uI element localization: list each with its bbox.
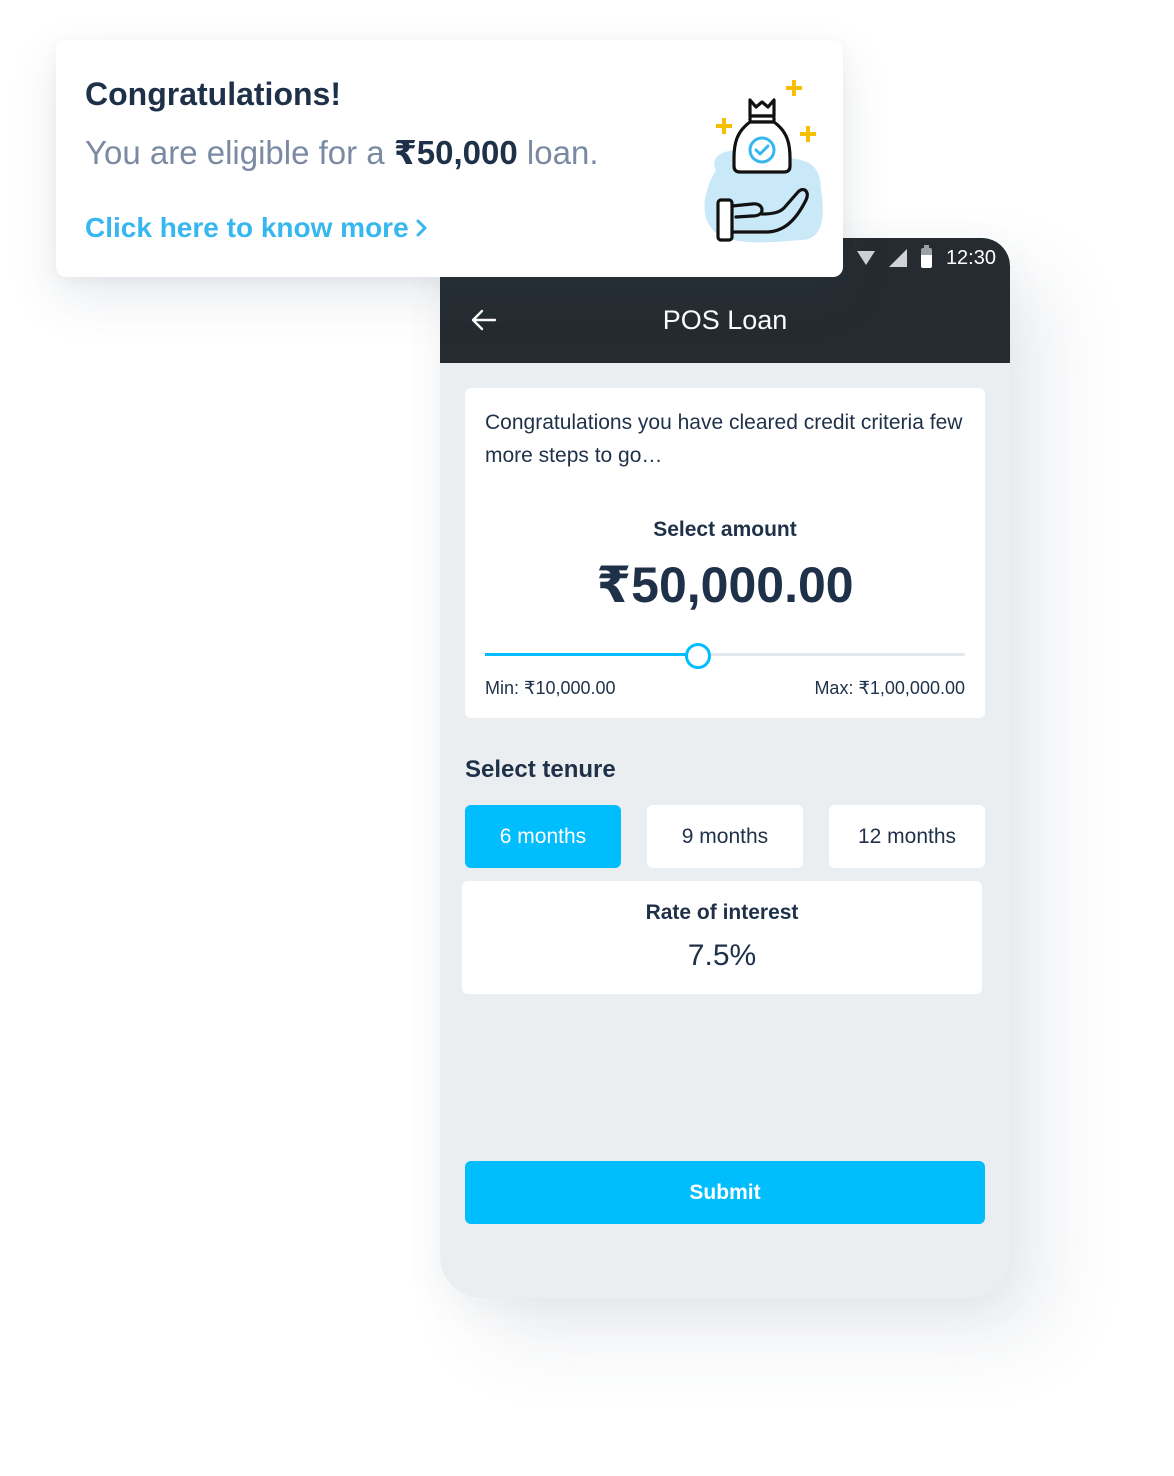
status-time: 12:30 bbox=[945, 246, 996, 269]
tenure-option-6-months[interactable]: 6 months bbox=[465, 805, 621, 868]
wifi-icon bbox=[856, 251, 875, 265]
interest-rate-label: Rate of interest bbox=[645, 901, 799, 924]
tenure-option-9-months[interactable]: 9 months bbox=[647, 805, 803, 868]
eligibility-prefix: You are eligible for a bbox=[85, 134, 385, 171]
select-amount-label: Select amount bbox=[653, 518, 797, 541]
tenure-option-12-months[interactable]: 12 months bbox=[829, 805, 985, 868]
tenure-options: 6 months 9 months 12 months bbox=[465, 805, 985, 868]
amount-card: Congratulations you have cleared credit … bbox=[465, 388, 985, 718]
know-more-label: Click here to know more bbox=[85, 212, 409, 243]
min-amount-label: Min: ₹10,000.00 bbox=[485, 678, 616, 698]
slider-handle[interactable] bbox=[685, 643, 712, 669]
interest-rate-card: Rate of interest 7.5% bbox=[462, 881, 982, 994]
chevron-right-icon bbox=[416, 219, 427, 237]
battery-icon bbox=[920, 245, 932, 268]
arrow-left-icon bbox=[471, 309, 497, 331]
app-bar: POS Loan bbox=[440, 278, 1010, 363]
interest-rate-value: 7.5% bbox=[687, 939, 757, 972]
selected-amount: ₹50,000.00 bbox=[596, 557, 854, 613]
amount-slider[interactable] bbox=[485, 643, 965, 669]
max-amount-label: Max: ₹1,00,000.00 bbox=[814, 678, 965, 698]
know-more-link[interactable]: Click here to know more bbox=[85, 212, 429, 244]
money-bag-hand-icon bbox=[704, 80, 823, 243]
eligibility-message: You are eligible for a ₹50,000 loan. bbox=[85, 133, 598, 172]
page-title: POS Loan bbox=[662, 305, 788, 335]
credit-message: Congratulations you have cleared credit … bbox=[485, 411, 963, 467]
popup-title: Congratulations! bbox=[85, 76, 341, 112]
eligible-amount: ₹50,000 bbox=[393, 134, 518, 171]
back-button[interactable] bbox=[468, 304, 500, 336]
eligibility-popup: Congratulations! You are eligible for a … bbox=[56, 40, 843, 277]
signal-icon bbox=[888, 249, 907, 267]
phone-screen: 12:30 POS Loan Congratulations you have … bbox=[440, 238, 1010, 1298]
submit-button[interactable]: Submit bbox=[465, 1161, 985, 1224]
eligibility-suffix: loan. bbox=[526, 134, 599, 171]
slider-fill bbox=[485, 653, 699, 656]
select-tenure-heading: Select tenure bbox=[465, 756, 616, 783]
